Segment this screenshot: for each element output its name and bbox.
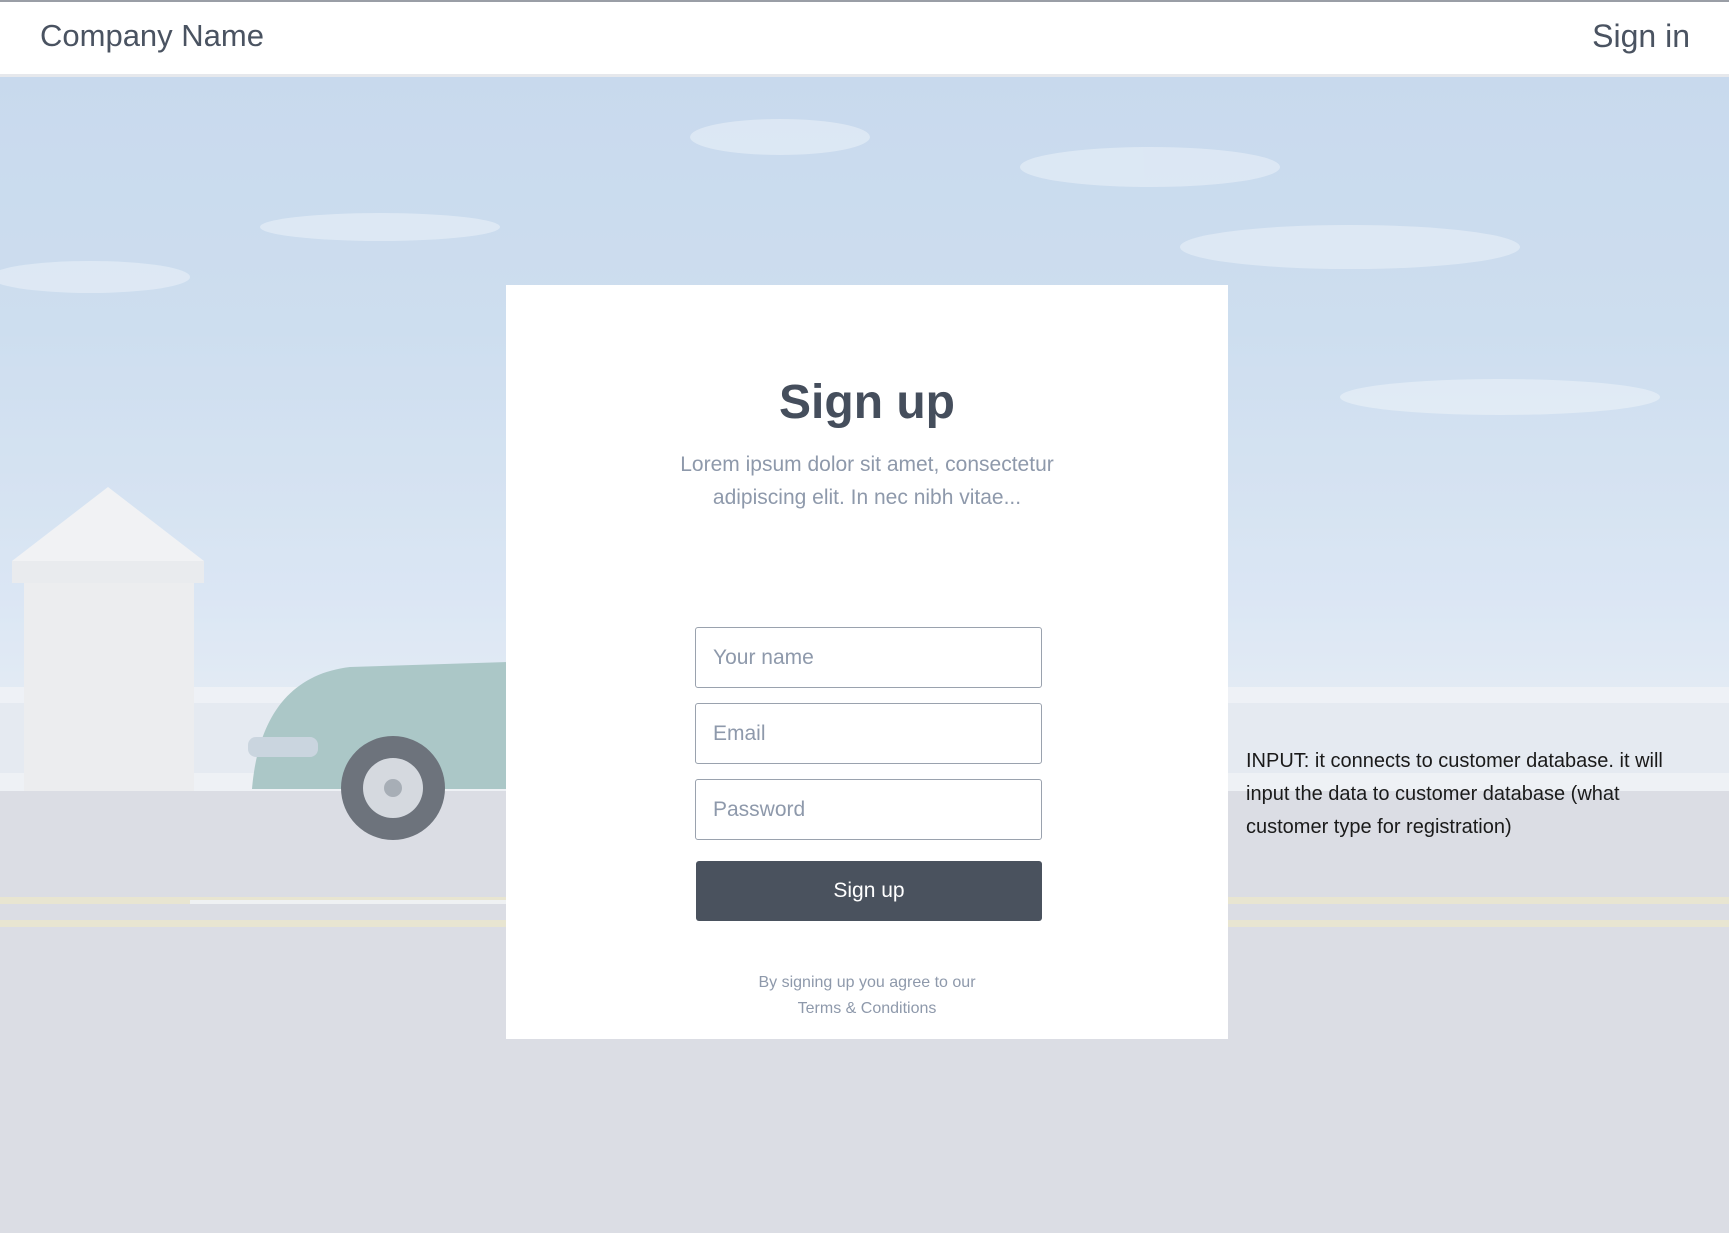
- email-field[interactable]: [695, 703, 1042, 764]
- signup-card: Sign up Lorem ipsum dolor sit amet, cons…: [506, 285, 1228, 1039]
- signup-button[interactable]: Sign up: [696, 861, 1042, 921]
- signup-title: Sign up: [779, 376, 955, 429]
- terms-link[interactable]: Terms & Conditions: [506, 1000, 1228, 1018]
- password-field[interactable]: [695, 779, 1042, 840]
- terms-agreement-text: By signing up you agree to our: [758, 974, 976, 991]
- top-navbar: Company Name Sign in: [0, 2, 1729, 77]
- signup-subtitle: Lorem ipsum dolor sit amet, consectetur …: [680, 453, 1054, 509]
- name-field[interactable]: [695, 627, 1042, 688]
- sign-in-link[interactable]: Sign in: [1592, 18, 1690, 55]
- annotation-note: INPUT: it connects to customer database.…: [1246, 750, 1663, 838]
- company-name: Company Name: [40, 18, 264, 53]
